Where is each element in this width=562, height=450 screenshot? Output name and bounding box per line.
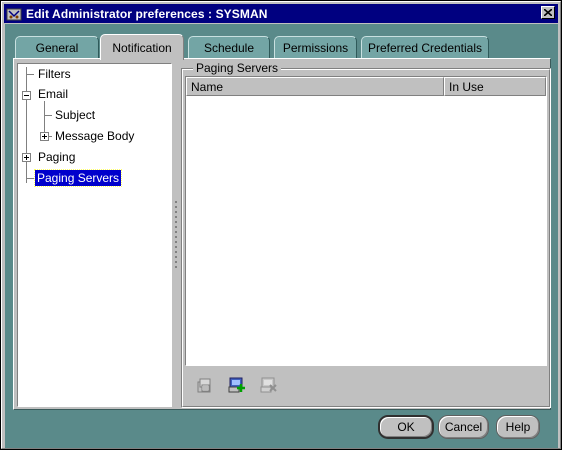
app-tool-icon <box>6 8 22 20</box>
paging-servers-table[interactable]: Name In Use <box>185 76 547 366</box>
properties-button[interactable] <box>194 375 216 395</box>
tab-preferred-credentials[interactable]: Preferred Credentials <box>361 36 489 58</box>
add-server-button[interactable] <box>226 375 248 395</box>
tree-node-paging-servers[interactable]: Paging Servers <box>33 169 123 187</box>
tree-node-paging[interactable]: Paging <box>36 149 77 165</box>
properties-icon <box>197 378 211 393</box>
close-button[interactable] <box>541 6 555 19</box>
add-server-icon <box>228 377 245 393</box>
tab-notification[interactable]: Notification <box>100 34 184 60</box>
tab-permissions[interactable]: Permissions <box>274 36 357 58</box>
column-header-name[interactable]: Name <box>186 77 444 96</box>
collapse-icon[interactable] <box>22 91 31 100</box>
expand-icon[interactable] <box>40 132 49 141</box>
tab-general[interactable]: General <box>15 36 99 58</box>
column-header-in-use[interactable]: In Use <box>444 77 546 96</box>
splitter-handle[interactable] <box>174 201 178 271</box>
dialog-window: Edit Administrator preferences : SYSMAN … <box>0 0 562 450</box>
tree-node-email[interactable]: Email <box>36 86 70 102</box>
expand-icon[interactable] <box>22 153 31 162</box>
cancel-button[interactable]: Cancel <box>438 415 489 439</box>
help-button[interactable]: Help <box>496 415 540 439</box>
window-title: Edit Administrator preferences : SYSMAN <box>26 6 268 21</box>
notification-tree[interactable]: Filters Email Subject Message Body Pagin… <box>17 63 172 407</box>
group-title: Paging Servers <box>193 61 282 75</box>
tree-node-message-body[interactable]: Message Body <box>53 128 136 144</box>
remove-server-icon <box>260 377 277 393</box>
tree-node-subject[interactable]: Subject <box>53 107 97 123</box>
tab-schedule[interactable]: Schedule <box>188 36 270 58</box>
remove-server-button[interactable] <box>258 375 280 395</box>
ok-button[interactable]: OK <box>378 415 434 439</box>
title-bar[interactable]: Edit Administrator preferences : SYSMAN <box>4 4 558 23</box>
tree-node-filters[interactable]: Filters <box>36 66 73 82</box>
close-icon <box>544 9 552 16</box>
